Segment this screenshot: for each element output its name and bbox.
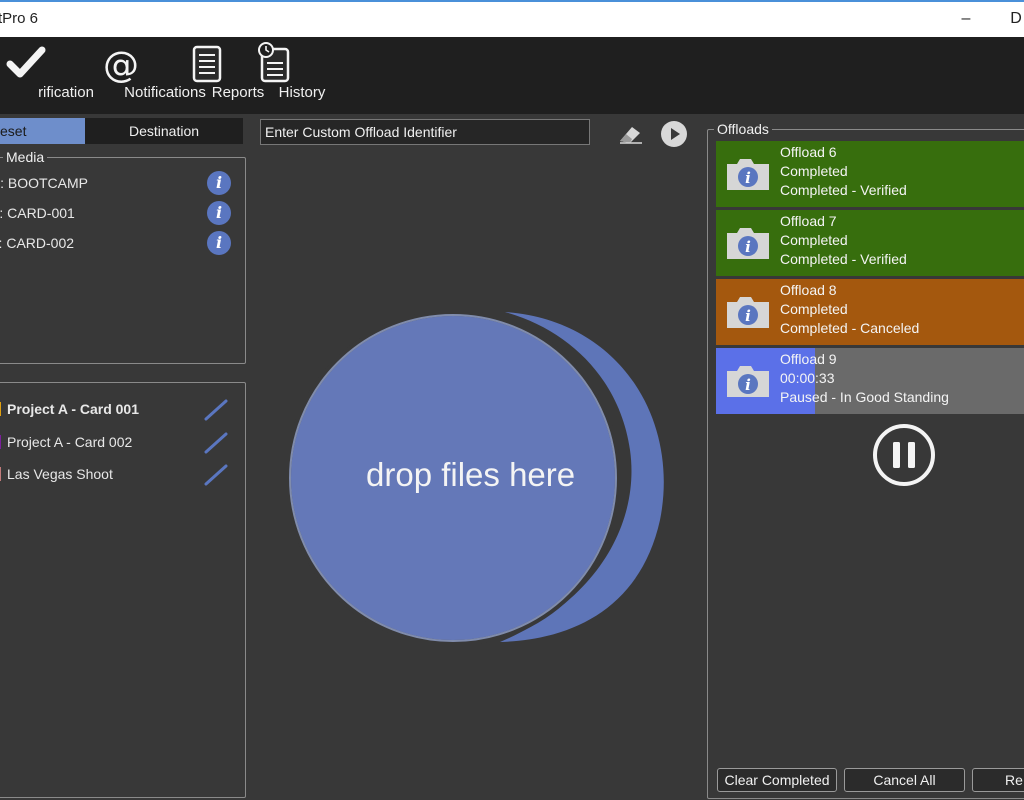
offload-title: Offload 9 (780, 351, 837, 367)
media-panel: Media C: BOOTCAMP i E: CARD-001 i F: CAR… (0, 150, 246, 364)
tab-preset[interactable]: eset (0, 118, 85, 144)
svg-text:i: i (745, 376, 751, 394)
play-icon[interactable] (660, 120, 688, 148)
offload-detail: Completed - Canceled (780, 320, 920, 336)
edit-icon[interactable] (203, 398, 229, 422)
svg-text:i: i (745, 169, 751, 187)
info-icon[interactable]: i (207, 171, 231, 195)
title-bar: tPro 6 – D (0, 0, 1024, 37)
camera-info-icon: i (727, 297, 769, 328)
camera-info-icon: i (727, 159, 769, 190)
info-icon[interactable]: i (207, 201, 231, 225)
info-icon[interactable]: i (207, 231, 231, 255)
svg-text:i: i (745, 238, 751, 256)
pause-icon[interactable] (872, 423, 936, 487)
reports-button[interactable]: Reports (176, 37, 264, 114)
offload-title: Offload 6 (780, 144, 837, 160)
svg-text:i: i (745, 307, 751, 325)
drop-files-label: drop files here (366, 456, 576, 493)
tab-destination[interactable]: Destination (85, 118, 243, 144)
media-item[interactable]: F: CARD-002 i (0, 228, 242, 258)
offload-status: Completed (780, 163, 848, 179)
offload-detail: Completed - Verified (780, 251, 907, 267)
offload-detail: Completed - Verified (780, 182, 907, 198)
offload-card[interactable]: i Offload 6 Completed Completed - Verifi… (716, 141, 1024, 207)
offload-title: Offload 7 (780, 213, 837, 229)
edit-icon[interactable] (203, 431, 229, 455)
offload-card[interactable]: i Offload 7 Completed Completed - Verifi… (716, 210, 1024, 276)
preset-color-swatch (0, 402, 1, 416)
reset-button[interactable]: Re (972, 768, 1024, 792)
toolbar: rification @ Notifications Reports Histo… (0, 37, 1024, 114)
svg-text:@: @ (103, 45, 139, 85)
edit-icon[interactable] (203, 463, 229, 487)
checkmark-icon (6, 46, 46, 78)
window-title: tPro 6 (0, 10, 39, 27)
notifications-button[interactable]: @ Notifications (77, 37, 206, 114)
cancel-all-button[interactable]: Cancel All (844, 768, 965, 792)
preset-color-swatch (0, 467, 1, 481)
media-item-label: E: CARD-001 (0, 205, 75, 221)
preset-item[interactable]: Las Vegas Shoot (0, 459, 242, 489)
at-sign-icon: @ (103, 45, 139, 85)
offload-title: Offload 8 (780, 282, 837, 298)
history-button[interactable]: History (246, 37, 325, 114)
maximize-button[interactable]: D (996, 6, 1024, 32)
offloads-legend: Offloads (714, 122, 772, 136)
camera-info-icon: i (727, 228, 769, 259)
preset-item-label: Las Vegas Shoot (7, 466, 113, 482)
preset-item-label: Project A - Card 002 (7, 434, 133, 450)
clear-completed-button[interactable]: Clear Completed (717, 768, 837, 792)
media-item[interactable]: C: BOOTCAMP i (0, 168, 242, 198)
offload-card[interactable]: i Offload 9 00:00:33 Paused - In Good St… (716, 348, 1024, 414)
preset-item[interactable]: Project A - Card 001 (0, 394, 242, 424)
eraser-icon[interactable] (616, 121, 646, 145)
offload-status: Completed (780, 301, 848, 317)
offload-card[interactable]: i Offload 8 Completed Completed - Cancel… (716, 279, 1024, 345)
media-item-label: C: BOOTCAMP (0, 175, 89, 191)
offload-detail: Paused - In Good Standing (780, 389, 949, 405)
preset-item[interactable]: Project A - Card 002 (0, 427, 242, 457)
presets-panel: Project A - Card 001 Project A - Card 00… (0, 382, 246, 798)
verification-button[interactable]: rification (0, 37, 94, 114)
history-label: History (278, 84, 326, 101)
camera-info-icon: i (727, 366, 769, 397)
offload-elapsed-time: 00:00:33 (780, 370, 835, 386)
media-item[interactable]: E: CARD-001 i (0, 198, 242, 228)
media-legend: Media (3, 150, 48, 164)
media-item-label: F: CARD-002 (0, 235, 75, 251)
preset-item-label: Project A - Card 001 (7, 401, 140, 417)
minimize-button[interactable]: – (946, 6, 986, 32)
report-document-icon (192, 45, 222, 83)
offload-status: Completed (780, 232, 848, 248)
preset-color-swatch (0, 435, 1, 449)
history-document-icon (258, 42, 290, 83)
custom-offload-id-input[interactable]: Enter Custom Offload Identifier (260, 119, 590, 145)
